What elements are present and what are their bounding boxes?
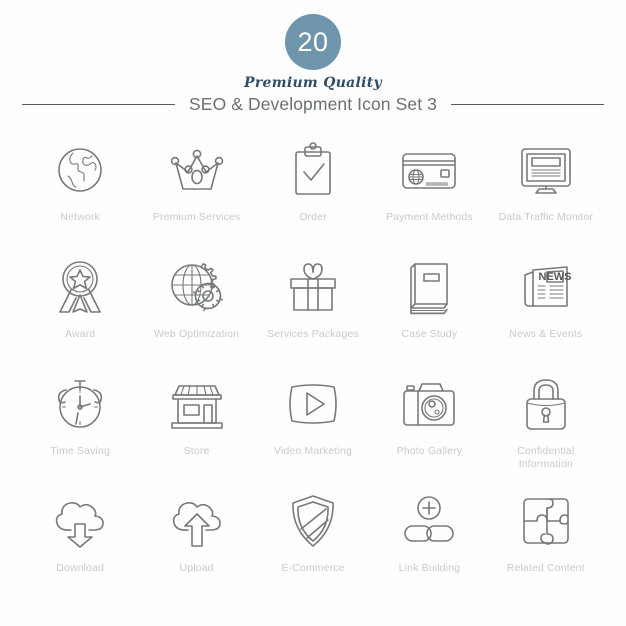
crown-icon — [164, 139, 230, 201]
icon-cell-time-saving[interactable]: Time Saving — [22, 373, 138, 490]
icon-label: Award — [65, 328, 96, 340]
page-header: 20 Premium Quality SEO & Development Ico… — [0, 0, 626, 115]
icon-cell-web-optimization[interactable]: Web Optimization — [138, 256, 254, 373]
icon-cell-news-events[interactable]: NEWS News & Events — [488, 256, 604, 373]
clipboard-check-icon — [280, 139, 346, 201]
icon-label: Payment Methods — [385, 211, 473, 223]
chain-link-plus-icon — [396, 490, 462, 552]
title-rule-left — [22, 104, 176, 105]
newspaper-heading-text: NEWS — [538, 271, 571, 283]
icon-label: News & Events — [509, 328, 583, 340]
icon-cell-e-commerce[interactable]: E-Commerce — [255, 490, 371, 607]
alarm-clock-icon — [47, 373, 113, 435]
icon-cell-confidential-information[interactable]: Confidential Information — [488, 373, 604, 490]
padlock-icon — [513, 373, 579, 435]
video-play-icon — [280, 373, 346, 435]
icon-cell-data-traffic-monitor[interactable]: Data Traffic Monitor — [488, 139, 604, 256]
cloud-download-icon — [47, 490, 113, 552]
icon-label: Store — [183, 445, 210, 457]
icon-cell-award[interactable]: Award — [22, 256, 138, 373]
icon-label: Upload — [179, 562, 214, 574]
icon-label: Photo Gallery — [396, 445, 463, 457]
icon-label: Premium Services — [152, 211, 241, 223]
storefront-icon — [164, 373, 230, 435]
icon-label: Order — [299, 211, 327, 223]
icon-label: E-Commerce — [281, 562, 345, 574]
icon-label: Download — [56, 562, 105, 574]
icon-label: Case Study — [401, 328, 458, 340]
icon-label: Link Building — [398, 562, 461, 574]
icon-cell-case-study[interactable]: Case Study — [371, 256, 487, 373]
monitor-icon — [513, 139, 579, 201]
icon-cell-store[interactable]: Store — [138, 373, 254, 490]
puzzle-icon — [513, 490, 579, 552]
quantity-badge: 20 — [285, 14, 341, 70]
globe-gear-icon — [164, 256, 230, 318]
page-title: SEO & Development Icon Set 3 — [189, 94, 437, 114]
icon-label: Web Optimization — [154, 328, 240, 340]
icon-cell-order[interactable]: Order — [255, 139, 371, 256]
camera-icon — [396, 373, 462, 435]
icon-grid: Network Premium Services Order Payment M… — [0, 139, 626, 607]
icon-cell-services-packages[interactable]: Services Packages — [255, 256, 371, 373]
gift-box-icon — [280, 256, 346, 318]
credit-card-icon — [396, 139, 462, 201]
icon-set-page: 20 Premium Quality SEO & Development Ico… — [0, 0, 626, 626]
icon-cell-link-building[interactable]: Link Building — [371, 490, 487, 607]
newspaper-icon: NEWS — [513, 256, 579, 318]
icon-cell-photo-gallery[interactable]: Photo Gallery — [371, 373, 487, 490]
icon-label: Data Traffic Monitor — [498, 211, 594, 223]
icon-label: Related Content — [506, 562, 585, 574]
icon-cell-download[interactable]: Download — [22, 490, 138, 607]
cloud-upload-icon — [164, 490, 230, 552]
shield-icon — [280, 490, 346, 552]
icon-cell-related-content[interactable]: Related Content — [488, 490, 604, 607]
icon-cell-network[interactable]: Network — [22, 139, 138, 256]
icon-cell-premium-services[interactable]: Premium Services — [138, 139, 254, 256]
icon-label: Video Marketing — [274, 445, 352, 457]
award-ribbon-icon — [47, 256, 113, 318]
title-rule-right — [450, 104, 604, 105]
icon-cell-upload[interactable]: Upload — [138, 490, 254, 607]
badge-number: 20 — [297, 26, 329, 57]
icon-label: Network — [60, 211, 100, 223]
icon-label: Time Saving — [50, 445, 110, 457]
globe-network-icon — [47, 139, 113, 201]
icon-cell-video-marketing[interactable]: Video Marketing — [255, 373, 371, 490]
book-icon — [396, 256, 462, 318]
icon-label: Services Packages — [267, 328, 359, 340]
tagline: Premium Quality — [244, 75, 382, 91]
icon-label: Confidential Information — [517, 445, 575, 471]
title-row: SEO & Development Icon Set 3 — [0, 94, 626, 115]
icon-cell-payment-methods[interactable]: Payment Methods — [371, 139, 487, 256]
